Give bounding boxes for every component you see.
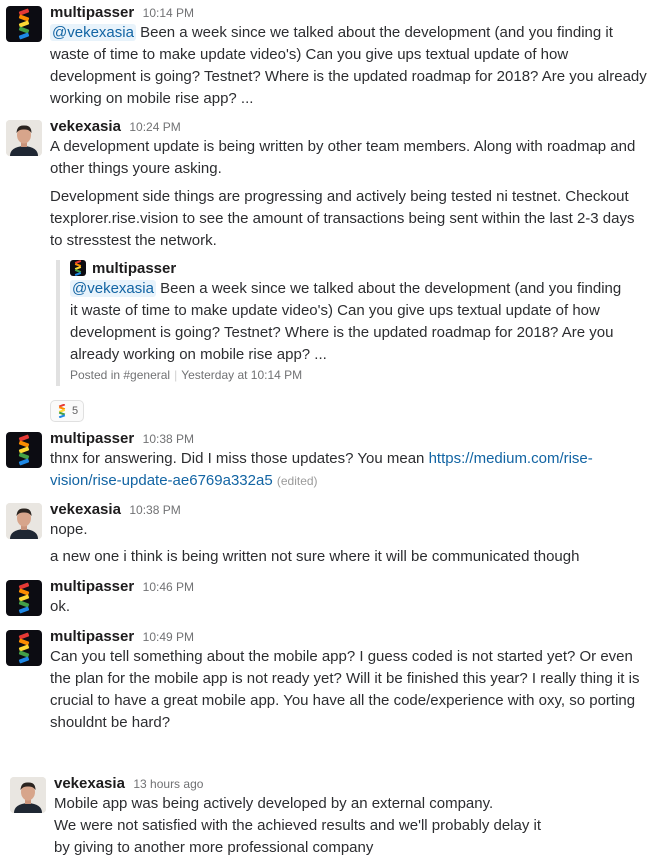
user-avatar[interactable] [6, 6, 42, 42]
reaction-count: 5 [72, 405, 79, 417]
author-name[interactable]: vekexasia [50, 118, 121, 135]
rise-logo-icon [18, 8, 30, 40]
quote-text: @vekexasia Been a week since we talked a… [70, 278, 630, 366]
message-line: by giving to another more professional c… [54, 839, 374, 856]
user-avatar[interactable] [6, 120, 42, 156]
message-paragraph: Development side things are progressing … [50, 188, 635, 249]
message-timestamp[interactable]: 10:49 PM [143, 630, 194, 644]
message-body: Been a week since we talked about the de… [50, 24, 647, 107]
posted-in-channel[interactable]: Posted in #general [70, 368, 170, 382]
message-body: thnx for answering. Did I miss those upd… [50, 450, 429, 467]
rise-logo-icon [18, 632, 30, 664]
user-avatar[interactable] [6, 503, 42, 539]
rise-logo-icon [58, 404, 66, 418]
quote-timestamp[interactable]: Yesterday at 10:14 PM [181, 368, 302, 382]
rise-logo-icon [18, 582, 30, 614]
message-text: Can you tell something about the mobile … [50, 648, 640, 731]
message-line: Mobile app was being actively developed … [54, 795, 494, 812]
message-text: ok. [50, 598, 71, 615]
shared-message-quote[interactable]: multipasser @vekexasia Been a week since… [56, 260, 636, 386]
person-photo-icon [10, 777, 46, 813]
user-mention[interactable]: @vekexasia [70, 280, 156, 297]
message-timestamp[interactable]: 10:38 PM [143, 432, 194, 446]
rise-logo-icon [70, 260, 86, 276]
message-paragraph: nope. [50, 521, 88, 538]
author-name[interactable]: multipasser [50, 578, 134, 595]
message-text: thnx for answering. Did I miss those upd… [50, 448, 650, 492]
message-text: @vekexasia Been a week since we talked a… [50, 22, 650, 110]
message-paragraph: A development update is being written by… [50, 138, 636, 177]
user-mention[interactable]: @vekexasia [50, 24, 136, 41]
edited-label: (edited) [276, 474, 318, 488]
user-avatar[interactable] [6, 432, 42, 468]
message-timestamp[interactable]: 10:46 PM [143, 580, 194, 594]
quote-author[interactable]: multipasser [92, 260, 176, 277]
message-line: We were not satisfied with the achieved … [54, 817, 542, 834]
author-name[interactable]: multipasser [50, 430, 134, 447]
message-paragraph: a new one i think is being written not s… [50, 548, 580, 565]
author-name[interactable]: multipasser [50, 4, 134, 21]
author-name[interactable]: multipasser [50, 628, 134, 645]
message-timestamp[interactable]: 10:14 PM [143, 6, 194, 20]
user-avatar[interactable] [6, 630, 42, 666]
rise-logo-icon [18, 434, 30, 466]
author-name[interactable]: vekexasia [54, 775, 125, 792]
author-name[interactable]: vekexasia [50, 501, 121, 518]
user-avatar[interactable] [10, 777, 46, 813]
user-avatar[interactable] [6, 580, 42, 616]
message-timestamp[interactable]: 10:24 PM [129, 120, 180, 134]
message-timestamp[interactable]: 10:38 PM [129, 503, 180, 517]
person-photo-icon [6, 120, 42, 156]
person-photo-icon [6, 503, 42, 539]
quote-meta: Posted in #general | Yesterday at 10:14 PM [70, 368, 303, 382]
reaction-badge[interactable]: 5 [50, 400, 85, 422]
message-timestamp[interactable]: 13 hours ago [133, 777, 203, 791]
